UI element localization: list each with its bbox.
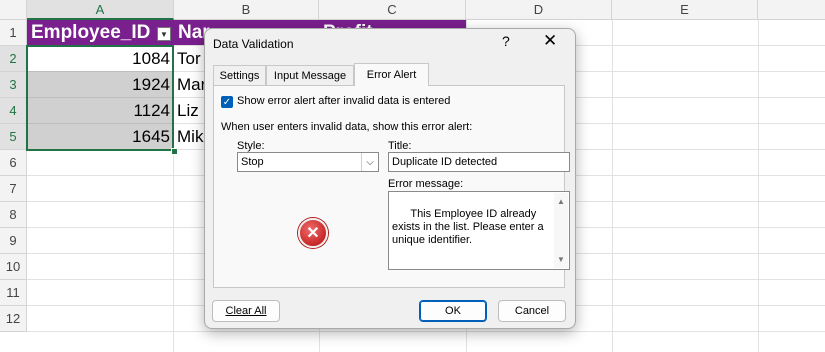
error-message-label: Error message: (388, 178, 464, 190)
style-select-value: Stop (241, 156, 264, 168)
tab-error-alert[interactable]: Error Alert (354, 63, 429, 86)
row-header-5[interactable]: 5 (0, 124, 27, 150)
column-header-e[interactable]: E (612, 0, 758, 20)
tab-settings[interactable]: Settings (213, 65, 266, 85)
chevron-down-icon: ▼ (160, 29, 168, 39)
row-header-2[interactable]: 2 (0, 46, 27, 72)
gridline (758, 20, 759, 352)
selection-border (26, 45, 174, 151)
help-button[interactable]: ? (502, 33, 510, 49)
textarea-scrollbar[interactable]: ▲ ▼ (554, 193, 568, 268)
table-cell-name[interactable]: Mik (174, 124, 206, 150)
clear-all-label: Clear All (225, 305, 267, 317)
table-header-employee-id[interactable]: Employee_ID (27, 20, 174, 45)
chevron-down-icon[interactable]: ⌵ (361, 153, 378, 171)
column-header-b[interactable]: B (174, 0, 319, 20)
stop-error-icon: ✕ (298, 218, 328, 248)
row-header-12[interactable]: 12 (0, 306, 27, 332)
row-header-8[interactable]: 8 (0, 202, 27, 228)
column-header-c[interactable]: C (319, 0, 466, 20)
show-alert-label: Show error alert after invalid data is e… (237, 95, 451, 107)
table-header-label: Employee_ID (31, 21, 151, 43)
row-header-3[interactable]: 3 (0, 72, 27, 98)
error-message-text: This Employee ID already exists in the l… (392, 208, 547, 246)
error-alert-panel: ✓ Show error alert after invalid data is… (213, 85, 570, 288)
close-icon[interactable]: ✕ (543, 31, 557, 51)
row-header-9[interactable]: 9 (0, 228, 27, 254)
fill-handle[interactable] (171, 148, 178, 155)
table-cell-name[interactable]: Mar (174, 72, 206, 98)
filter-dropdown-button[interactable]: ▼ (157, 27, 171, 41)
data-validation-dialog: Data Validation ? ✕ Settings Input Messa… (204, 28, 576, 329)
column-header-f[interactable] (758, 0, 825, 20)
table-cell-name[interactable]: Tor (174, 46, 206, 72)
select-all-corner[interactable] (0, 0, 27, 20)
cancel-button[interactable]: Cancel (498, 300, 566, 322)
ok-button[interactable]: OK (419, 300, 487, 322)
style-label: Style: (237, 140, 265, 152)
clear-all-button[interactable]: Clear All (212, 300, 280, 322)
title-label: Title: (388, 140, 412, 152)
dialog-title: Data Validation (213, 37, 294, 51)
row-header-7[interactable]: 7 (0, 176, 27, 202)
gridline (27, 331, 825, 332)
show-alert-checkbox[interactable]: ✓ (221, 96, 233, 108)
row-header-4[interactable]: 4 (0, 98, 27, 124)
error-message-textarea[interactable]: This Employee ID already exists in the l… (388, 191, 570, 270)
gridline (612, 20, 613, 352)
row-header-1[interactable]: 1 (0, 20, 27, 46)
row-header-10[interactable]: 10 (0, 254, 27, 280)
row-header-6[interactable]: 6 (0, 150, 27, 176)
scroll-down-icon[interactable]: ▼ (557, 253, 565, 266)
column-header-a[interactable]: A (27, 0, 174, 20)
column-header-d[interactable]: D (466, 0, 612, 20)
table-cell-name[interactable]: Liz (174, 98, 206, 124)
checkmark-icon: ✓ (222, 96, 232, 108)
style-select[interactable]: Stop ⌵ (237, 152, 379, 172)
tab-input-message[interactable]: Input Message (266, 65, 354, 85)
row-header-11[interactable]: 11 (0, 280, 27, 306)
title-input[interactable]: Duplicate ID detected (388, 152, 570, 172)
instruction-text: When user enters invalid data, show this… (221, 121, 473, 133)
scroll-up-icon[interactable]: ▲ (557, 195, 565, 208)
